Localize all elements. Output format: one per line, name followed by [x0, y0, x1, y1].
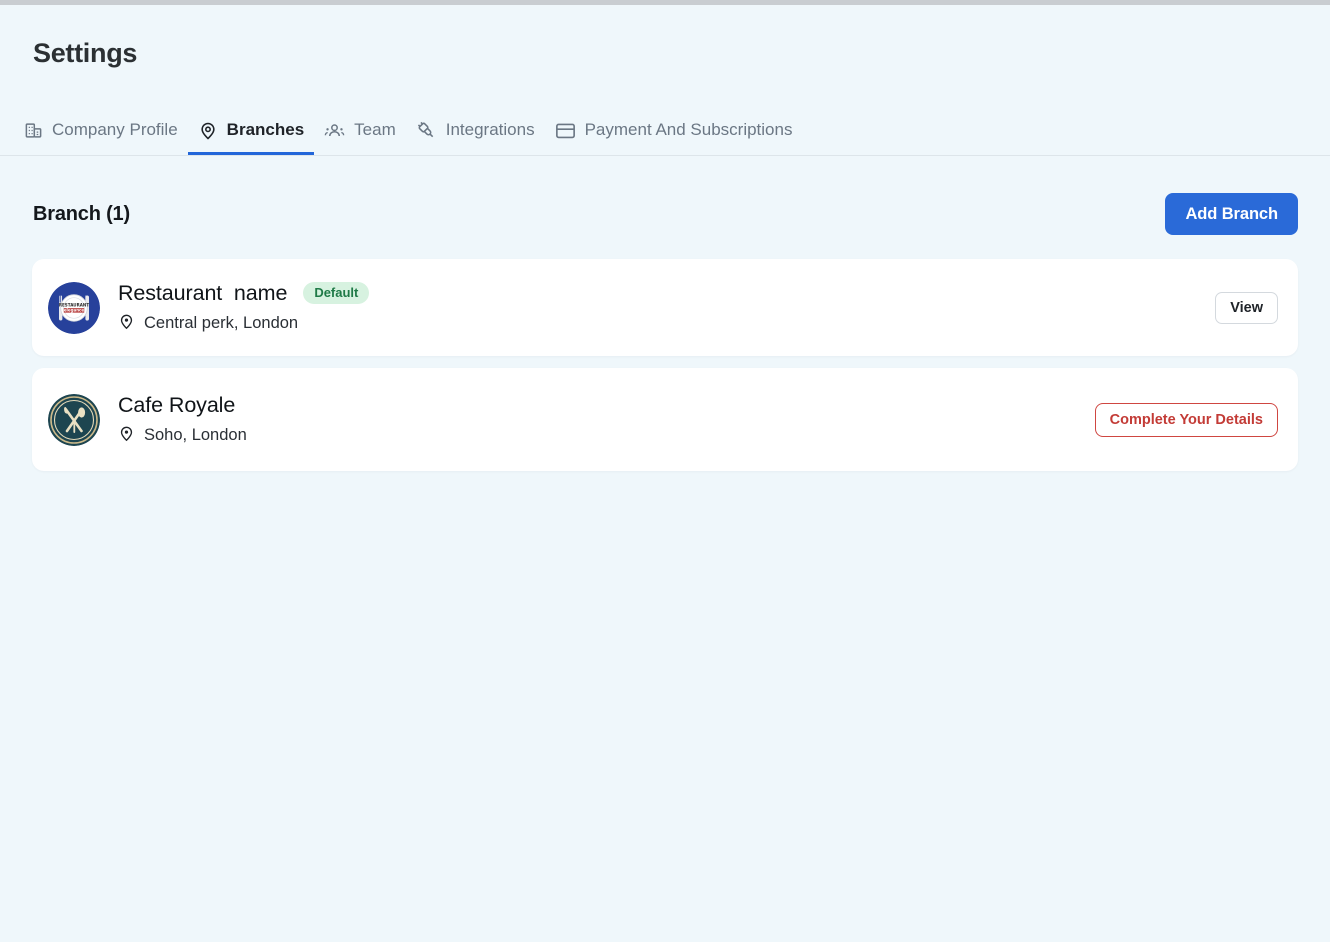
branch-name-row: Restaurant name Default	[118, 281, 1215, 306]
add-branch-button[interactable]: Add Branch	[1165, 193, 1298, 235]
branch-name: Restaurant name	[118, 280, 288, 305]
tab-company-profile[interactable]: Company Profile	[14, 109, 188, 155]
location-pin-icon	[198, 121, 218, 141]
branch-address: Central perk, London	[144, 314, 299, 332]
tab-label: Team	[354, 120, 396, 139]
branch-address-row: Soho, London	[118, 425, 1095, 447]
branch-list: RESTAURANT elegance Restaurant name Defa…	[32, 259, 1298, 483]
branch-card[interactable]: Cafe Royale Soho, London Complete Your D…	[32, 368, 1298, 471]
location-pin-icon	[118, 313, 135, 335]
status-badge: Default	[303, 282, 370, 304]
svg-text:elegance: elegance	[64, 307, 85, 312]
branch-address-row: Central perk, London	[118, 313, 1215, 335]
tab-integrations[interactable]: Integrations	[406, 109, 545, 155]
branch-count-title: Branch (1)	[33, 203, 130, 225]
branch-card[interactable]: RESTAURANT elegance Restaurant name Defa…	[32, 259, 1298, 356]
tab-label: Integrations	[445, 120, 535, 139]
branch-section-header: Branch (1) Add Branch	[0, 191, 1330, 249]
settings-page: Settings Company Profile Branches Team I…	[0, 5, 1330, 942]
cafe-royale-cutlery-logo	[48, 393, 100, 446]
settings-tabbar: Company Profile Branches Team Integratio…	[0, 109, 1330, 156]
tab-team[interactable]: Team	[314, 109, 406, 155]
tab-label: Payment And Subscriptions	[584, 120, 793, 139]
building-icon	[24, 121, 43, 140]
location-pin-icon	[118, 425, 135, 447]
people-icon	[324, 121, 345, 140]
branch-info: Restaurant name Default Central perk, Lo…	[118, 281, 1215, 335]
tab-label: Company Profile	[52, 120, 178, 139]
view-branch-button[interactable]: View	[1215, 291, 1278, 324]
page-title: Settings	[33, 38, 138, 68]
branch-name-row: Cafe Royale	[118, 393, 1095, 418]
branch-info: Cafe Royale Soho, London	[118, 393, 1095, 447]
tab-label: Branches	[226, 120, 305, 139]
plug-icon	[416, 120, 437, 141]
complete-your-details-button[interactable]: Complete Your Details	[1094, 402, 1278, 437]
tab-payment-and-subscriptions[interactable]: Payment And Subscriptions	[545, 109, 803, 155]
restaurant-plate-logo: RESTAURANT elegance	[48, 281, 100, 334]
branch-address: Soho, London	[144, 426, 247, 444]
tab-branches[interactable]: Branches	[187, 109, 315, 155]
branch-name: Cafe Royale	[118, 392, 236, 417]
credit-card-icon	[555, 121, 576, 140]
